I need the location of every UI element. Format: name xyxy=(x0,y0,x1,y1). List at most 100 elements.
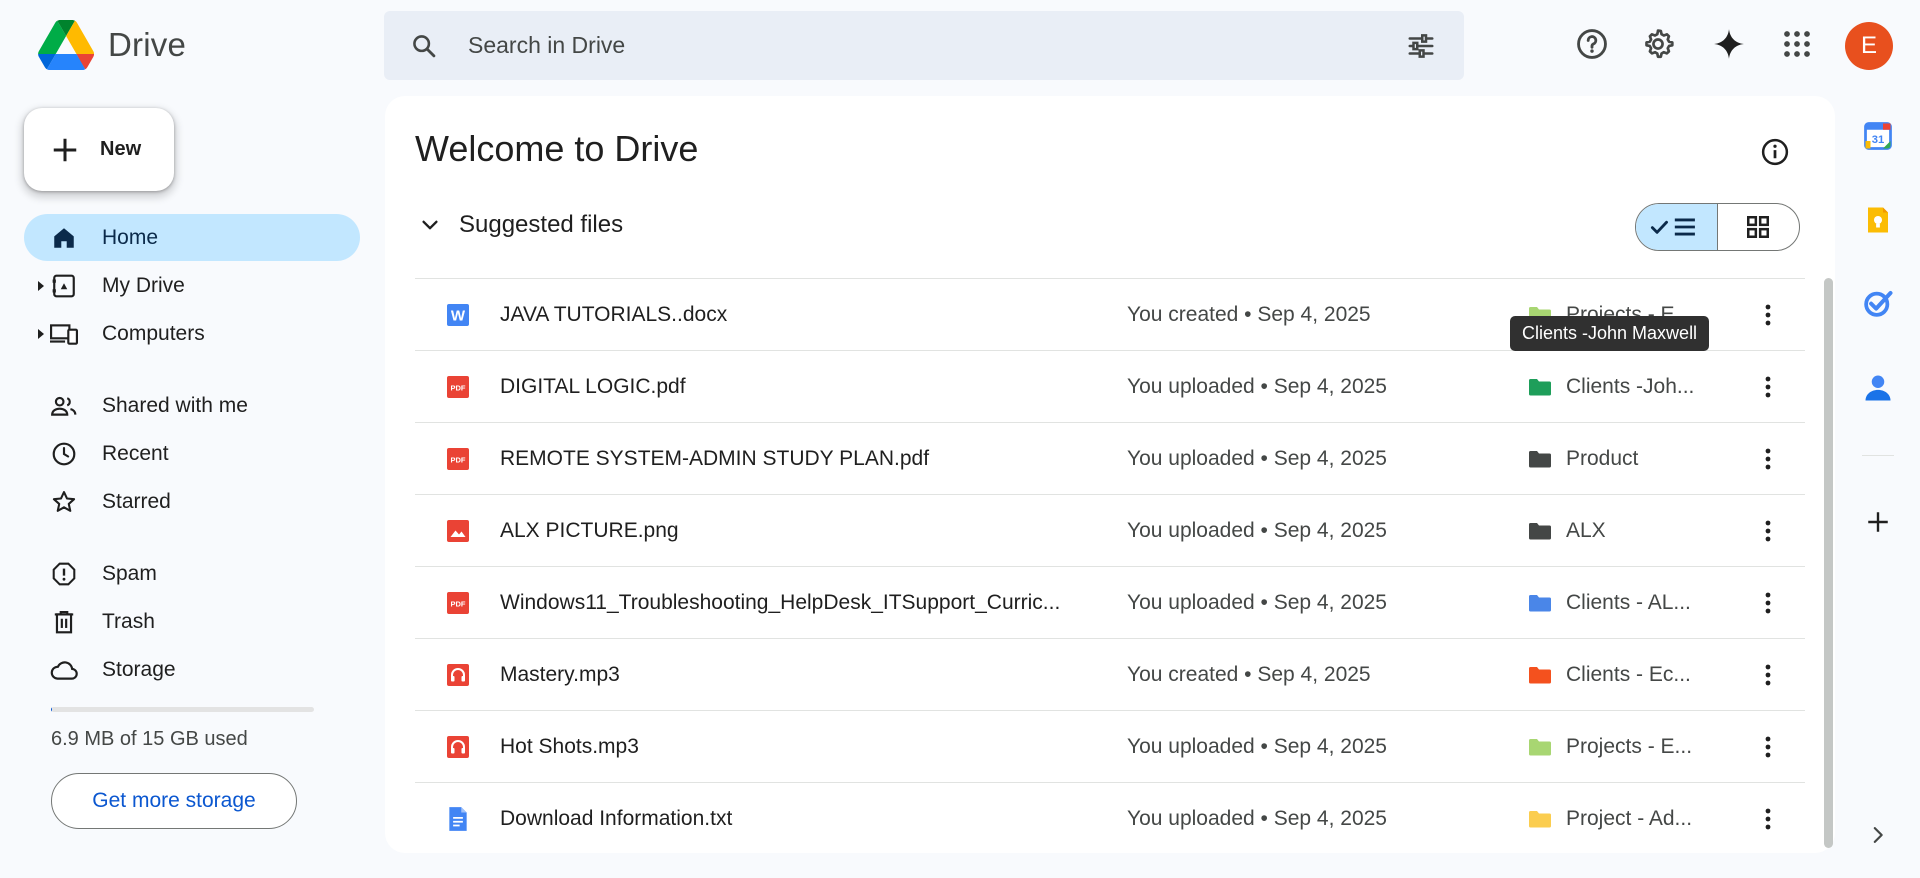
file-location[interactable]: Clients - AL... xyxy=(1528,591,1691,615)
sidebar-item-shared-with-me[interactable]: Shared with me xyxy=(24,382,360,429)
file-location-label: ALX xyxy=(1566,518,1606,542)
contacts-icon[interactable] xyxy=(1862,372,1894,404)
file-location-label: Project - Ad... xyxy=(1566,806,1693,830)
sidebar-item-my-drive[interactable]: My Drive xyxy=(24,262,360,309)
search-icon[interactable] xyxy=(409,31,439,61)
list-view-button[interactable] xyxy=(1636,204,1718,250)
file-activity: You uploaded • Sep 4, 2025 xyxy=(1127,734,1387,758)
get-more-storage-button[interactable]: Get more storage xyxy=(51,773,297,829)
file-location-label: Projects - E... xyxy=(1566,734,1693,758)
search-input[interactable]: Search in Drive xyxy=(468,32,625,59)
word-file-icon: W xyxy=(445,302,471,328)
file-name[interactable]: REMOTE SYSTEM-ADMIN STUDY PLAN.pdf xyxy=(500,447,929,471)
file-row[interactable]: PDF DIGITAL LOGIC.pdf You uploaded • Sep 4… xyxy=(415,350,1805,422)
file-location[interactable]: ALX xyxy=(1528,519,1606,543)
view-toggle[interactable] xyxy=(1635,203,1800,251)
folder-icon xyxy=(1529,810,1551,827)
drive-logo[interactable]: Drive xyxy=(38,20,186,70)
scrollbar[interactable] xyxy=(1824,278,1833,848)
sidebar-item-trash[interactable]: Trash xyxy=(24,598,360,645)
home-icon xyxy=(50,224,78,252)
file-row[interactable]: Mastery.mp3 You created • Sep 4, 2025 Clie… xyxy=(415,638,1805,710)
sidebar-item-recent[interactable]: Recent xyxy=(24,430,360,477)
file-name[interactable]: Hot Shots.mp3 xyxy=(500,735,639,759)
my-drive-icon xyxy=(50,272,78,300)
file-name[interactable]: ALX PICTURE.png xyxy=(500,519,679,543)
calendar-icon[interactable]: 31 xyxy=(1862,120,1894,152)
account-avatar[interactable]: E xyxy=(1845,22,1893,70)
file-location-label: Product xyxy=(1566,446,1639,470)
suggested-files-list: W JAVA TUTORIALS..docx You created • Sep 4… xyxy=(415,278,1805,853)
grid-view-button[interactable] xyxy=(1718,204,1800,250)
storage-usage-text: 6.9 MB of 15 GB used xyxy=(51,728,248,750)
file-location[interactable]: Clients - Ec... xyxy=(1528,663,1691,687)
more-options-icon[interactable] xyxy=(1753,372,1783,402)
image-file-icon xyxy=(445,518,471,544)
expand-caret-icon[interactable] xyxy=(38,280,44,291)
file-name[interactable]: DIGITAL LOGIC.pdf xyxy=(500,375,686,399)
sidebar-item-storage[interactable]: Storage xyxy=(24,646,360,693)
info-icon[interactable] xyxy=(1760,137,1790,167)
side-panel-divider xyxy=(1862,455,1894,456)
file-name[interactable]: Mastery.mp3 xyxy=(500,663,620,687)
search-options-icon[interactable] xyxy=(1406,31,1436,61)
more-options-icon[interactable] xyxy=(1753,516,1783,546)
more-options-icon[interactable] xyxy=(1753,804,1783,834)
more-options-icon[interactable] xyxy=(1753,660,1783,690)
shared-icon xyxy=(50,392,78,420)
section-title: Suggested files xyxy=(459,211,624,238)
more-options-icon[interactable] xyxy=(1753,732,1783,762)
file-location[interactable]: Project - Ad... xyxy=(1528,807,1692,831)
file-name[interactable]: Download Information.txt xyxy=(500,807,732,831)
help-icon[interactable] xyxy=(1574,26,1610,62)
folder-icon xyxy=(1529,522,1551,539)
new-button-label: New xyxy=(100,138,142,160)
sidebar-item-label: Trash xyxy=(102,609,155,633)
svg-text:PDF: PDF xyxy=(451,383,466,392)
text-file-icon xyxy=(445,806,471,832)
file-row[interactable]: ALX PICTURE.png You uploaded • Sep 4, 202… xyxy=(415,494,1805,566)
sidebar-item-starred[interactable]: Starred xyxy=(24,478,360,525)
add-addon-icon[interactable] xyxy=(1862,506,1894,538)
file-location[interactable]: Clients -Joh... xyxy=(1528,375,1694,399)
file-name[interactable]: Windows11_Troubleshooting_HelpDesk_ITSup… xyxy=(500,591,1060,615)
tasks-icon[interactable] xyxy=(1862,287,1894,319)
storage-usage-bar xyxy=(51,707,314,712)
more-options-icon[interactable] xyxy=(1753,300,1783,330)
sidebar-item-computers[interactable]: Computers xyxy=(24,310,360,357)
file-row[interactable]: Hot Shots.mp3 You uploaded • Sep 4, 2025 P… xyxy=(415,710,1805,782)
file-location-label: Clients -Joh... xyxy=(1566,374,1695,398)
suggested-files-header[interactable]: Suggested files xyxy=(415,210,623,240)
apps-icon[interactable] xyxy=(1779,26,1815,62)
file-name[interactable]: JAVA TUTORIALS..docx xyxy=(500,303,727,327)
file-row[interactable]: PDF REMOTE SYSTEM-ADMIN STUDY PLAN.pdf You… xyxy=(415,422,1805,494)
file-row[interactable]: PDF Windows11_Troubleshooting_HelpDesk_IT… xyxy=(415,566,1805,638)
gemini-icon[interactable] xyxy=(1711,26,1747,62)
cloud-icon xyxy=(50,656,78,684)
settings-icon[interactable] xyxy=(1640,26,1676,62)
sidebar-item-spam[interactable]: Spam xyxy=(24,550,360,597)
chevron-down-icon[interactable] xyxy=(415,210,445,240)
file-activity: You uploaded • Sep 4, 2025 xyxy=(1127,446,1387,470)
file-location-label: Clients - Ec... xyxy=(1566,662,1691,686)
file-location[interactable]: Product xyxy=(1528,447,1638,471)
more-options-icon[interactable] xyxy=(1753,444,1783,474)
file-location[interactable]: Projects - E... xyxy=(1528,735,1692,759)
tooltip: Clients -John Maxwell xyxy=(1510,316,1710,351)
sidebar-item-home[interactable]: Home xyxy=(24,214,360,261)
expand-caret-icon[interactable] xyxy=(38,328,44,339)
folder-icon xyxy=(1529,738,1551,755)
keep-icon[interactable] xyxy=(1862,204,1894,236)
sidebar-item-label: My Drive xyxy=(102,273,185,297)
folder-icon xyxy=(1529,666,1551,683)
audio-file-icon xyxy=(445,662,471,688)
list-view-icon xyxy=(1651,218,1696,236)
file-activity: You uploaded • Sep 4, 2025 xyxy=(1127,518,1387,542)
new-button[interactable]: New xyxy=(24,108,174,191)
search-bar[interactable]: Search in Drive xyxy=(384,11,1464,80)
chevron-right-icon[interactable] xyxy=(1862,819,1894,851)
file-row[interactable]: Download Information.txt You uploaded • S… xyxy=(415,782,1805,853)
more-options-icon[interactable] xyxy=(1753,588,1783,618)
main-panel: Welcome to Drive Suggested files W JAVA T… xyxy=(385,96,1835,853)
sidebar-item-label: Starred xyxy=(102,489,171,513)
